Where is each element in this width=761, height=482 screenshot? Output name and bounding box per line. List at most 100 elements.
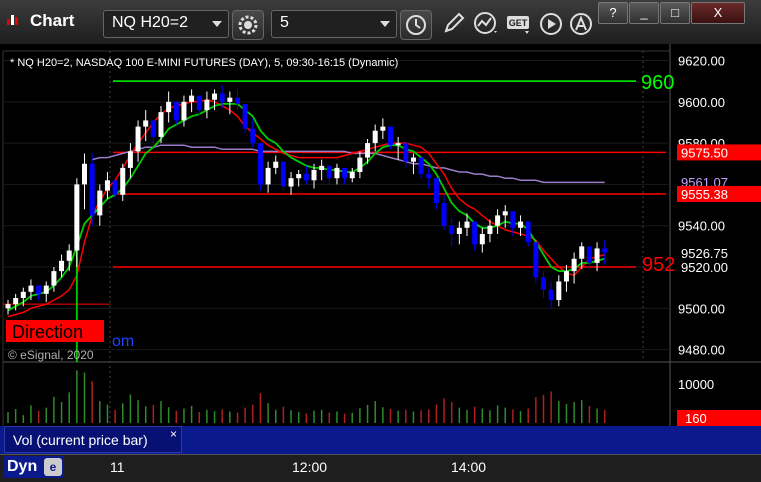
red-line-label: 952	[642, 254, 675, 276]
candle-body	[66, 250, 72, 261]
candle-body	[150, 120, 156, 137]
candle-body	[426, 174, 432, 179]
time-label-11: 11	[110, 459, 125, 475]
chart-window: Chart NQ H20=2 5 GET ? _ □ X 9620.00 960…	[0, 0, 761, 482]
settings-button[interactable]	[232, 10, 264, 40]
price-axis-tick: 9620.00	[678, 54, 725, 69]
candle-body	[280, 161, 286, 187]
candle-body	[571, 258, 577, 272]
dynamic-mode-button[interactable]: Dyn e	[4, 456, 64, 478]
price-tag-text: 9555.38	[681, 187, 728, 202]
interval-dropdown-icon[interactable]	[380, 21, 390, 27]
candle-body	[227, 97, 233, 102]
candle-body	[365, 143, 371, 158]
minimize-button[interactable]: _	[629, 2, 659, 24]
price-tag-text: 9526.75	[681, 246, 728, 261]
candle-body	[112, 180, 118, 195]
candle-body	[28, 285, 34, 292]
candle-body	[502, 211, 508, 216]
candle-body	[219, 93, 225, 102]
candle-body	[127, 151, 133, 168]
annotate-icon[interactable]	[568, 11, 596, 37]
candle-body	[242, 103, 248, 129]
candle-body	[372, 130, 378, 144]
partial-com-text: om	[112, 333, 134, 350]
price-axis-tick: 9480.00	[678, 343, 725, 358]
close-window-button[interactable]: X	[691, 2, 745, 24]
candle-body	[204, 99, 210, 111]
candle-body	[212, 93, 218, 100]
candle-body	[449, 225, 455, 234]
clock-button[interactable]	[400, 10, 432, 40]
candle-body	[395, 143, 401, 146]
candle-body	[288, 178, 294, 187]
candle-body	[97, 190, 103, 216]
play-icon[interactable]	[538, 11, 566, 37]
interval-input[interactable]: 5	[271, 10, 397, 38]
candle-body	[418, 157, 424, 175]
candle-body	[357, 157, 363, 173]
candle-body	[410, 157, 416, 162]
chart-app-icon	[7, 15, 18, 25]
candle-body	[59, 260, 65, 272]
candle-body	[464, 221, 470, 228]
candle-body	[135, 126, 141, 152]
volume-axis-tick: 10000	[678, 377, 714, 392]
candle-body	[563, 271, 569, 282]
candle-body	[433, 178, 439, 203]
volume-current-tag-text: 160	[685, 411, 707, 426]
candle-body	[525, 221, 531, 243]
candle-body	[5, 304, 11, 309]
candle-body	[89, 163, 95, 216]
candle-body	[579, 246, 585, 259]
time-axis: 11 12:00 14:00	[0, 454, 761, 482]
candle-body	[380, 126, 386, 131]
interval-value: 5	[280, 14, 289, 31]
candle-body	[548, 289, 554, 301]
candle-body	[104, 180, 110, 191]
candle-body	[235, 97, 240, 104]
candle-body	[403, 143, 409, 162]
candle-body	[556, 281, 562, 301]
svg-text:e: e	[50, 460, 57, 474]
candle-body	[441, 203, 447, 226]
candle-body	[296, 174, 302, 179]
study-icon[interactable]	[472, 11, 500, 37]
chart-header-text: * NQ H20=2, NASDAQ 100 E-MINI FUTURES (D…	[10, 57, 398, 69]
candle-body	[479, 233, 485, 245]
candle-body	[541, 277, 546, 290]
get-label: GET	[509, 18, 528, 28]
price-chart[interactable]: 9620.009600.009580.009560.009540.009520.…	[0, 44, 761, 454]
title-bar: Chart NQ H20=2 5 GET ? _ □ X	[0, 0, 761, 45]
volume-panel-close-icon[interactable]: ×	[170, 427, 177, 441]
candle-body	[602, 248, 608, 253]
time-label-1400: 14:00	[451, 459, 487, 475]
maximize-button[interactable]: □	[660, 2, 690, 24]
candle-body	[349, 172, 355, 179]
symbol-dropdown-icon[interactable]	[212, 21, 222, 27]
candle-body	[43, 285, 49, 294]
dyn-label: Dyn	[7, 458, 38, 475]
candle-body	[510, 211, 516, 228]
candle-body	[487, 225, 493, 234]
candle-body	[82, 163, 87, 185]
candle-body	[273, 161, 279, 168]
help-button[interactable]: ?	[598, 2, 628, 24]
volume-panel-label[interactable]: Vol (current price bar)	[4, 426, 182, 453]
candle-body	[250, 128, 256, 144]
candle-body	[303, 174, 309, 181]
candle-body	[456, 227, 462, 234]
settings-gear-icon	[238, 15, 258, 35]
pencil-draw-icon[interactable]	[440, 11, 468, 37]
price-tag-text: 9520.00	[681, 260, 728, 275]
symbol-value: NQ H20=2	[112, 14, 189, 31]
candle-body	[311, 169, 317, 181]
candle-body	[13, 297, 19, 305]
candle-body	[342, 167, 348, 179]
copyright-text: © eSignal, 2020	[8, 348, 94, 362]
price-axis-tick: 9540.00	[678, 219, 725, 234]
get-data-icon[interactable]: GET	[505, 11, 533, 37]
symbol-input[interactable]: NQ H20=2	[103, 10, 229, 38]
candle-body	[189, 95, 195, 102]
clock-icon	[406, 15, 426, 35]
